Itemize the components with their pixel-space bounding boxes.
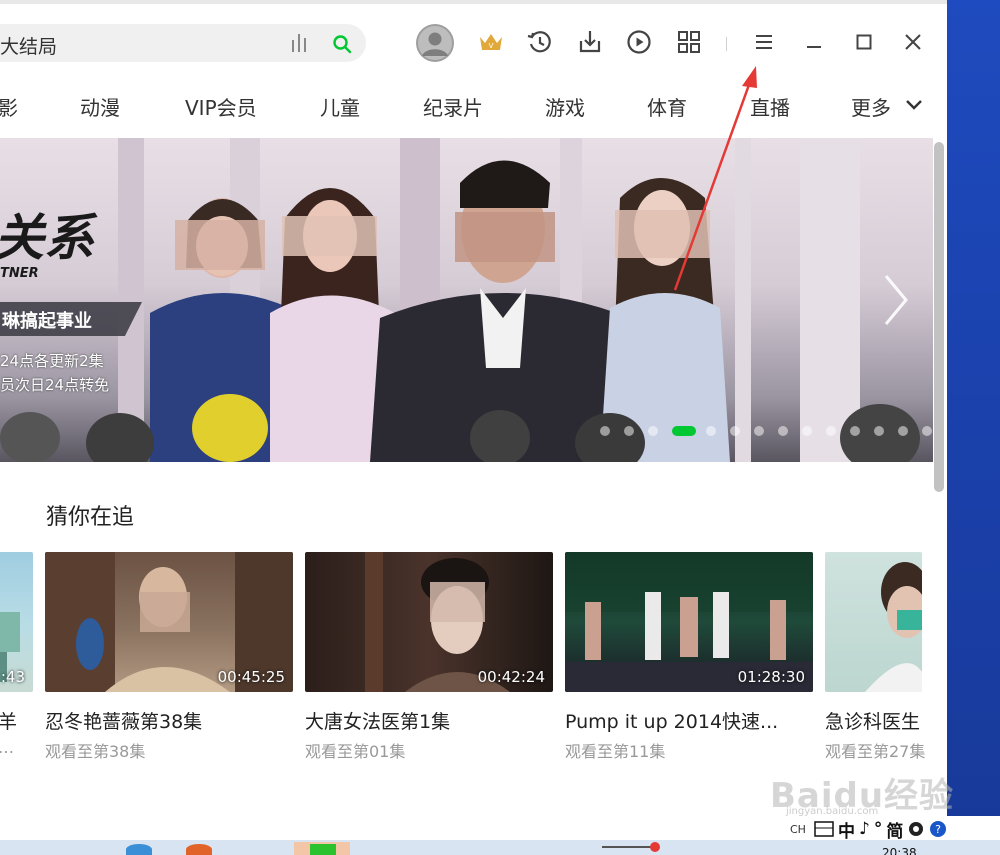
pagination-dot[interactable]	[922, 426, 932, 436]
banner-artwork	[0, 138, 920, 462]
pagination-dot[interactable]	[706, 426, 716, 436]
pagination-dot[interactable]	[754, 426, 764, 436]
watch-progress: …	[0, 738, 14, 757]
watch-progress: 观看至第01集	[305, 742, 406, 761]
video-duration: 01:28:30	[737, 668, 805, 686]
video-duration: 00:42:24	[477, 668, 545, 686]
download-icon[interactable]	[576, 28, 604, 56]
history-icon[interactable]	[526, 28, 554, 56]
pagination-dot[interactable]	[730, 426, 740, 436]
hero-banner[interactable]	[0, 138, 933, 462]
ime-lang-indicator[interactable]: CH	[790, 823, 806, 836]
voice-search-icon[interactable]	[290, 34, 310, 52]
video-title[interactable]: 大唐女法医第1集	[305, 707, 450, 734]
video-title[interactable]: 羊	[0, 707, 17, 734]
search-icon[interactable]	[332, 34, 352, 54]
taskbar-app-icon[interactable]	[310, 844, 336, 855]
video-title[interactable]: Pump it up 2014快速...	[565, 707, 778, 734]
scrollbar-thumb[interactable]	[934, 142, 944, 492]
windows-taskbar	[0, 840, 1000, 855]
ime-simplified-mode[interactable]: 简	[886, 817, 903, 842]
vip-crown-icon[interactable]: V	[477, 28, 505, 56]
ime-chinese-mode[interactable]: 中	[838, 817, 855, 842]
watch-progress: 观看至第27集	[825, 742, 926, 761]
banner-schedule-line: 24点各更新2集	[0, 352, 104, 370]
svg-text:V: V	[489, 42, 494, 50]
pagination-dot[interactable]	[850, 426, 860, 436]
window-top-border	[0, 0, 947, 4]
banner-show-subtitle: TNER	[0, 266, 39, 281]
video-thumbnail[interactable]	[825, 552, 922, 692]
apps-grid-icon[interactable]	[675, 28, 703, 56]
minimize-icon[interactable]	[800, 28, 828, 56]
ime-moon-icon[interactable]: ♪	[859, 819, 870, 839]
pagination-dot[interactable]	[778, 426, 788, 436]
toolbar-divider	[726, 37, 727, 51]
banner-show-title: 关系	[0, 209, 94, 267]
watch-progress: 观看至第38集	[45, 742, 146, 761]
keyboard-icon[interactable]	[814, 820, 834, 838]
close-icon[interactable]	[899, 28, 927, 56]
watch-progress: 观看至第11集	[565, 742, 666, 761]
pagination-dot[interactable]	[826, 426, 836, 436]
video-title[interactable]: 忍冬艳蔷薇第38集	[45, 707, 202, 734]
video-thumbnail[interactable]: 00:45:25	[45, 552, 293, 692]
banner-tagline: 琳搞起事业	[2, 311, 92, 332]
nav-item-more[interactable]: 更多	[851, 92, 891, 121]
nav-item-anime[interactable]: 动漫	[80, 92, 120, 121]
thumbnail-art	[865, 562, 922, 692]
chevron-down-icon[interactable]	[904, 98, 924, 112]
taskbar-app-icon-2[interactable]	[186, 844, 212, 855]
volume-slider[interactable]	[602, 846, 657, 848]
video-thumbnail[interactable]: :43	[0, 552, 33, 692]
video-thumbnail[interactable]: 00:42:24	[305, 552, 553, 692]
search-box[interactable]: 大结局	[0, 24, 366, 62]
help-icon[interactable]: ?	[929, 820, 947, 838]
play-record-icon[interactable]	[625, 28, 653, 56]
settings-gear-icon[interactable]	[907, 820, 925, 838]
banner-member-line: 员次日24点转免	[0, 376, 110, 394]
nav-item-vip[interactable]: VIP会员	[185, 92, 257, 121]
nav-item-sports[interactable]: 体育	[647, 92, 687, 121]
volume-slider-knob[interactable]	[650, 842, 660, 852]
nav-item-movie[interactable]: 影	[0, 92, 18, 121]
desktop-background	[947, 0, 1000, 822]
pagination-dot[interactable]	[600, 426, 610, 436]
nav-item-live[interactable]: 直播	[750, 92, 790, 121]
pagination-dot[interactable]	[898, 426, 908, 436]
pagination-dot[interactable]	[802, 426, 812, 436]
pagination-dot[interactable]	[624, 426, 634, 436]
video-duration: :43	[0, 668, 25, 686]
video-title[interactable]: 急诊科医生	[825, 707, 920, 734]
search-input[interactable]: 大结局	[0, 32, 57, 59]
video-thumbnail[interactable]: 01:28:30	[565, 552, 813, 692]
ime-punct-icon[interactable]: °	[874, 819, 883, 839]
nav-item-kids[interactable]: 儿童	[320, 92, 360, 121]
nav-item-documentary[interactable]: 纪录片	[423, 92, 483, 121]
pagination-dot-active[interactable]	[672, 426, 696, 436]
section-title-continue-watching: 猜你在追	[46, 505, 135, 530]
category-nav: 影 动漫 VIP会员 儿童 纪录片 游戏 体育 直播 更多	[0, 84, 947, 128]
pagination-dot[interactable]	[874, 426, 884, 436]
svg-text:?: ?	[935, 823, 941, 836]
taskbar-clock: 20:38	[882, 846, 917, 855]
ime-toolbar: CH 中 ♪ ° 简 ?	[784, 816, 1000, 842]
pagination-dot[interactable]	[648, 426, 658, 436]
video-app-window: 大结局 V 影 动漫 VIP会员 儿童 纪录片 游戏 体育 直播 更多 关系 T…	[0, 0, 947, 840]
maximize-icon[interactable]	[850, 28, 878, 56]
user-avatar[interactable]	[416, 24, 454, 62]
main-menu-icon[interactable]	[750, 28, 778, 56]
video-duration: 00:45:25	[217, 668, 285, 686]
nav-item-games[interactable]: 游戏	[545, 92, 585, 121]
user-icon	[416, 24, 454, 62]
taskbar-browser-icon[interactable]	[126, 844, 152, 855]
